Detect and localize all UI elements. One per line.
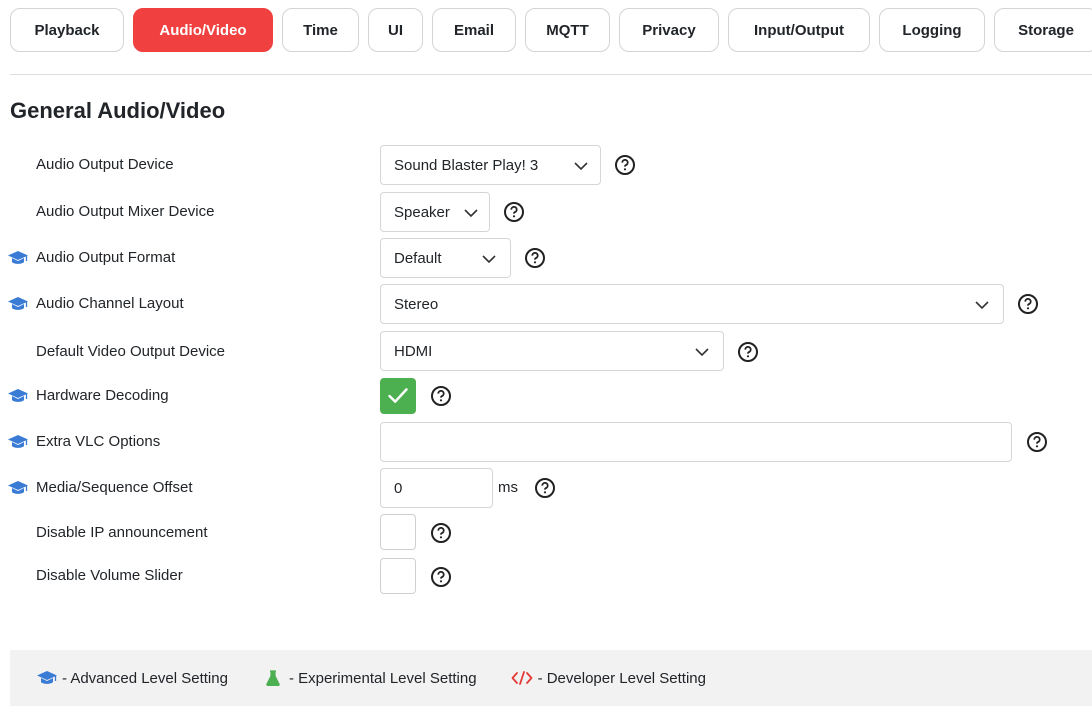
offset-unit-label: ms [498,479,518,496]
audio-output-format-select[interactable]: Default [380,238,511,278]
graduation-cap-icon [8,481,28,494]
audio-output-format-value: Default [394,249,442,267]
question-circle-icon[interactable] [430,385,452,407]
media-sequence-offset-input[interactable] [380,468,493,508]
question-circle-icon[interactable] [737,341,759,363]
code-icon [511,671,532,685]
graduation-cap-icon [8,389,28,402]
question-circle-icon[interactable] [430,522,452,544]
question-circle-icon[interactable] [503,201,525,223]
graduation-cap-icon [8,297,28,310]
extra-vlc-options-label: Extra VLC Options [36,433,161,450]
legend-advanced-text: - Advanced Level Setting [62,669,228,687]
tab-time[interactable]: Time [282,8,359,52]
legend-experimental-text: - Experimental Level Setting [288,669,477,687]
graduation-cap-icon [37,671,57,684]
question-circle-icon[interactable] [524,247,546,269]
legend-developer: - Developer Level Setting [511,670,706,687]
default-video-output-label: Default Video Output Device [36,343,226,360]
disable-ip-announcement-label: Disable IP announcement [36,524,208,541]
question-circle-icon[interactable] [430,566,452,588]
question-circle-icon[interactable] [1026,431,1048,453]
audio-output-device-label: Audio Output Device [36,156,174,173]
tab-logging[interactable]: Logging [879,8,985,52]
audio-output-mixer-label: Audio Output Mixer Device [36,203,215,220]
legend-experimental: - Experimental Level Setting [266,670,477,687]
chevron-down-icon [695,348,709,357]
audio-output-mixer-select[interactable]: Speaker [380,192,490,232]
media-sequence-offset-label: Media/Sequence Offset [36,479,193,496]
section-title: General Audio/Video [10,98,226,123]
tab-mqtt[interactable]: MQTT [525,8,610,52]
chevron-down-icon [975,301,989,310]
disable-volume-slider-label: Disable Volume Slider [36,567,183,584]
audio-channel-layout-value: Stereo [394,295,439,313]
question-circle-icon[interactable] [534,477,556,499]
tab-audio-video[interactable]: Audio/Video [133,8,273,52]
legend-developer-text: - Developer Level Setting [537,669,706,687]
level-legend: - Advanced Level Setting - Experimental … [10,650,1092,706]
tab-privacy[interactable]: Privacy [619,8,719,52]
question-circle-icon[interactable] [1017,293,1039,315]
hardware-decoding-label: Hardware Decoding [36,387,169,404]
tab-input-output[interactable]: Input/Output [728,8,870,52]
audio-output-format-label: Audio Output Format [36,249,176,266]
chevron-down-icon [482,255,496,264]
audio-output-device-select[interactable]: Sound Blaster Play! 3 [380,145,601,185]
default-video-output-select[interactable]: HDMI [380,331,724,371]
chevron-down-icon [574,162,588,171]
audio-output-device-value: Sound Blaster Play! 3 [394,156,539,174]
tab-email[interactable]: Email [432,8,516,52]
audio-channel-layout-select[interactable]: Stereo [380,284,1004,324]
extra-vlc-options-input[interactable] [380,422,1012,462]
tab-storage[interactable]: Storage [994,8,1092,52]
flask-icon [266,670,280,686]
question-circle-icon[interactable] [614,154,636,176]
tab-playback[interactable]: Playback [10,8,124,52]
disable-volume-slider-checkbox[interactable] [380,558,416,594]
legend-advanced: - Advanced Level Setting [36,670,228,687]
tab-ui[interactable]: UI [368,8,423,52]
settings-tab-bar: Playback Audio/Video Time UI Email MQTT … [10,8,1092,52]
audio-output-mixer-value: Speaker [394,203,450,221]
hardware-decoding-checkbox[interactable] [380,378,416,414]
chevron-down-icon [464,209,478,218]
graduation-cap-icon [8,251,28,264]
disable-ip-announcement-checkbox[interactable] [380,514,416,550]
graduation-cap-icon [8,435,28,448]
tab-divider [10,74,1092,75]
default-video-output-value: HDMI [394,342,433,360]
check-icon [388,388,408,403]
audio-channel-layout-label: Audio Channel Layout [36,295,184,312]
